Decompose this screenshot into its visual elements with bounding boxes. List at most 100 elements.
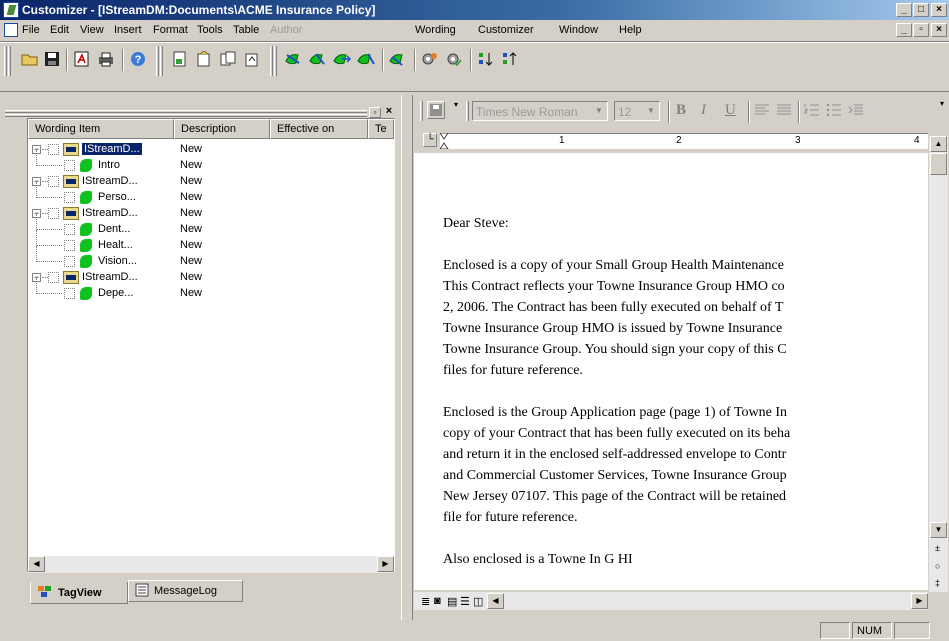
- tree-row[interactable]: − IStreamD... New: [28, 142, 388, 158]
- italic-button[interactable]: I: [701, 102, 706, 119]
- web-view-icon[interactable]: ◙: [434, 595, 441, 607]
- menu-help[interactable]: Help: [619, 24, 642, 36]
- chevron-down-icon[interactable]: ▼: [644, 103, 658, 119]
- wording-move-icon[interactable]: [332, 49, 352, 69]
- save-gray-icon[interactable]: [427, 101, 445, 119]
- item-checkbox[interactable]: [64, 288, 75, 299]
- column-header-te[interactable]: Te: [368, 119, 394, 139]
- font-size-select[interactable]: 12 ▼: [614, 101, 660, 121]
- item-checkbox[interactable]: [64, 240, 75, 251]
- hscroll-left-button[interactable]: ◀: [487, 593, 504, 609]
- scroll-thumb[interactable]: [930, 153, 947, 175]
- reading-view-icon[interactable]: ◫: [473, 595, 483, 608]
- menu-format[interactable]: Format: [153, 24, 188, 36]
- wording-remove-icon[interactable]: [356, 49, 376, 69]
- chevron-down-icon[interactable]: ▼: [592, 103, 606, 119]
- wording-tree[interactable]: Wording Item Description Effective on Te…: [27, 118, 395, 572]
- mdi-close-button[interactable]: ×: [931, 23, 947, 37]
- print-view-icon[interactable]: ▤: [447, 595, 457, 608]
- align-left-icon[interactable]: [754, 103, 770, 120]
- doc-up-icon[interactable]: [242, 49, 262, 69]
- menu-edit[interactable]: Edit: [50, 24, 69, 36]
- tab-stop-icon[interactable]: └: [423, 133, 437, 147]
- tree-row[interactable]: Healt... New: [28, 230, 388, 254]
- scroll-right-button[interactable]: ▶: [377, 556, 394, 572]
- bullet-list-icon[interactable]: [826, 103, 842, 120]
- menu-tools[interactable]: Tools: [197, 24, 223, 36]
- minimize-button[interactable]: _: [896, 3, 912, 17]
- tree-hscrollbar[interactable]: ◀ ▶: [28, 556, 394, 573]
- gear-check-icon[interactable]: [444, 49, 464, 69]
- mdi-minimize-button[interactable]: _: [896, 23, 912, 37]
- toolbar-chevron-icon[interactable]: ▾: [452, 100, 460, 122]
- outline-view-icon[interactable]: ☰: [460, 595, 470, 608]
- close-button[interactable]: ×: [931, 3, 947, 17]
- tree-item-label[interactable]: IStreamD...: [82, 175, 138, 187]
- next-page-icon[interactable]: ‡: [935, 578, 940, 588]
- tree-item-label[interactable]: IStreamD...: [82, 143, 142, 155]
- browse-object-icon[interactable]: ○: [935, 561, 940, 571]
- settings-gear-icon[interactable]: [420, 49, 440, 69]
- doc-stack-icon[interactable]: [218, 49, 238, 69]
- tree-item-label[interactable]: Depe...: [98, 287, 133, 299]
- doc-vscrollbar[interactable]: ▲ ▼ ± ○ ‡: [929, 136, 948, 592]
- doc-open-icon[interactable]: [194, 49, 214, 69]
- numbered-list-icon[interactable]: [804, 103, 820, 120]
- ruler[interactable]: └ 1 2 3 4: [414, 130, 928, 152]
- menu-file[interactable]: File: [22, 24, 40, 36]
- document-area[interactable]: Dear Steve: Enclosed is a copy of your Sm…: [414, 153, 928, 590]
- align-justify-icon[interactable]: [776, 103, 792, 120]
- save-icon[interactable]: [42, 49, 62, 69]
- wording-check-icon[interactable]: [388, 49, 408, 69]
- tree-row[interactable]: Dent... New: [28, 214, 388, 238]
- item-checkbox[interactable]: [48, 176, 59, 187]
- bold-button[interactable]: B: [676, 102, 686, 119]
- tree-row[interactable]: Intro New: [28, 150, 388, 174]
- mdi-restore-button[interactable]: ▫: [913, 23, 929, 37]
- normal-view-icon[interactable]: ≣: [421, 595, 430, 608]
- column-header-description[interactable]: Description: [174, 119, 270, 139]
- item-checkbox[interactable]: [64, 256, 75, 267]
- font-select[interactable]: Times New Roman ▼: [472, 101, 608, 121]
- tree-item-label[interactable]: Healt...: [98, 239, 133, 251]
- panel-grip[interactable]: [5, 110, 367, 113]
- tree-item-label[interactable]: Dent...: [98, 223, 130, 235]
- tree-row[interactable]: Vision... New: [28, 246, 388, 270]
- tree-row[interactable]: − IStreamD... New: [28, 206, 388, 222]
- item-checkbox[interactable]: [48, 144, 59, 155]
- toolbar-overflow-icon[interactable]: ▾: [937, 99, 947, 123]
- item-checkbox[interactable]: [64, 192, 75, 203]
- tab-messagelog[interactable]: MessageLog: [128, 580, 243, 602]
- tree-item-label[interactable]: IStreamD...: [82, 207, 138, 219]
- tree-row[interactable]: − IStreamD... New: [28, 270, 388, 286]
- pane-splitter[interactable]: [401, 95, 413, 620]
- sort-desc-icon[interactable]: [500, 49, 520, 69]
- wording-edit-icon[interactable]: [308, 49, 328, 69]
- menu-customizer[interactable]: Customizer: [478, 24, 534, 36]
- indent-icon[interactable]: [848, 103, 864, 120]
- open-folder-icon[interactable]: [20, 49, 40, 69]
- menu-insert[interactable]: Insert: [114, 24, 142, 36]
- toolbar-grip[interactable]: [4, 46, 7, 76]
- menu-wording[interactable]: Wording: [415, 24, 456, 36]
- tree-row[interactable]: Perso... New: [28, 182, 388, 206]
- maximize-button[interactable]: □: [913, 3, 929, 17]
- hscroll-right-button[interactable]: ▶: [911, 593, 928, 609]
- prev-page-icon[interactable]: ±: [935, 543, 940, 553]
- new-doc-icon[interactable]: [170, 49, 190, 69]
- toolbar-grip[interactable]: [8, 46, 11, 76]
- title-bar[interactable]: Customizer - [IStreamDM:Documents\ACME I…: [0, 0, 949, 20]
- scroll-left-button[interactable]: ◀: [28, 556, 45, 572]
- scroll-down-button[interactable]: ▼: [930, 522, 947, 538]
- menu-table[interactable]: Table: [233, 24, 259, 36]
- column-header-wording-item[interactable]: Wording Item: [28, 119, 174, 139]
- wording-add-icon[interactable]: [284, 49, 304, 69]
- print-icon[interactable]: [96, 49, 116, 69]
- item-checkbox[interactable]: [48, 272, 59, 283]
- doc-hscrollbar[interactable]: ≣ ◙ ▤ ☰ ◫ ◀ ▶: [414, 592, 928, 610]
- doc-icon[interactable]: [4, 23, 18, 37]
- pdf-icon[interactable]: [72, 49, 92, 69]
- tree-row[interactable]: − IStreamD... New: [28, 174, 388, 190]
- menu-window[interactable]: Window: [559, 24, 598, 36]
- column-header-effective-on[interactable]: Effective on: [270, 119, 368, 139]
